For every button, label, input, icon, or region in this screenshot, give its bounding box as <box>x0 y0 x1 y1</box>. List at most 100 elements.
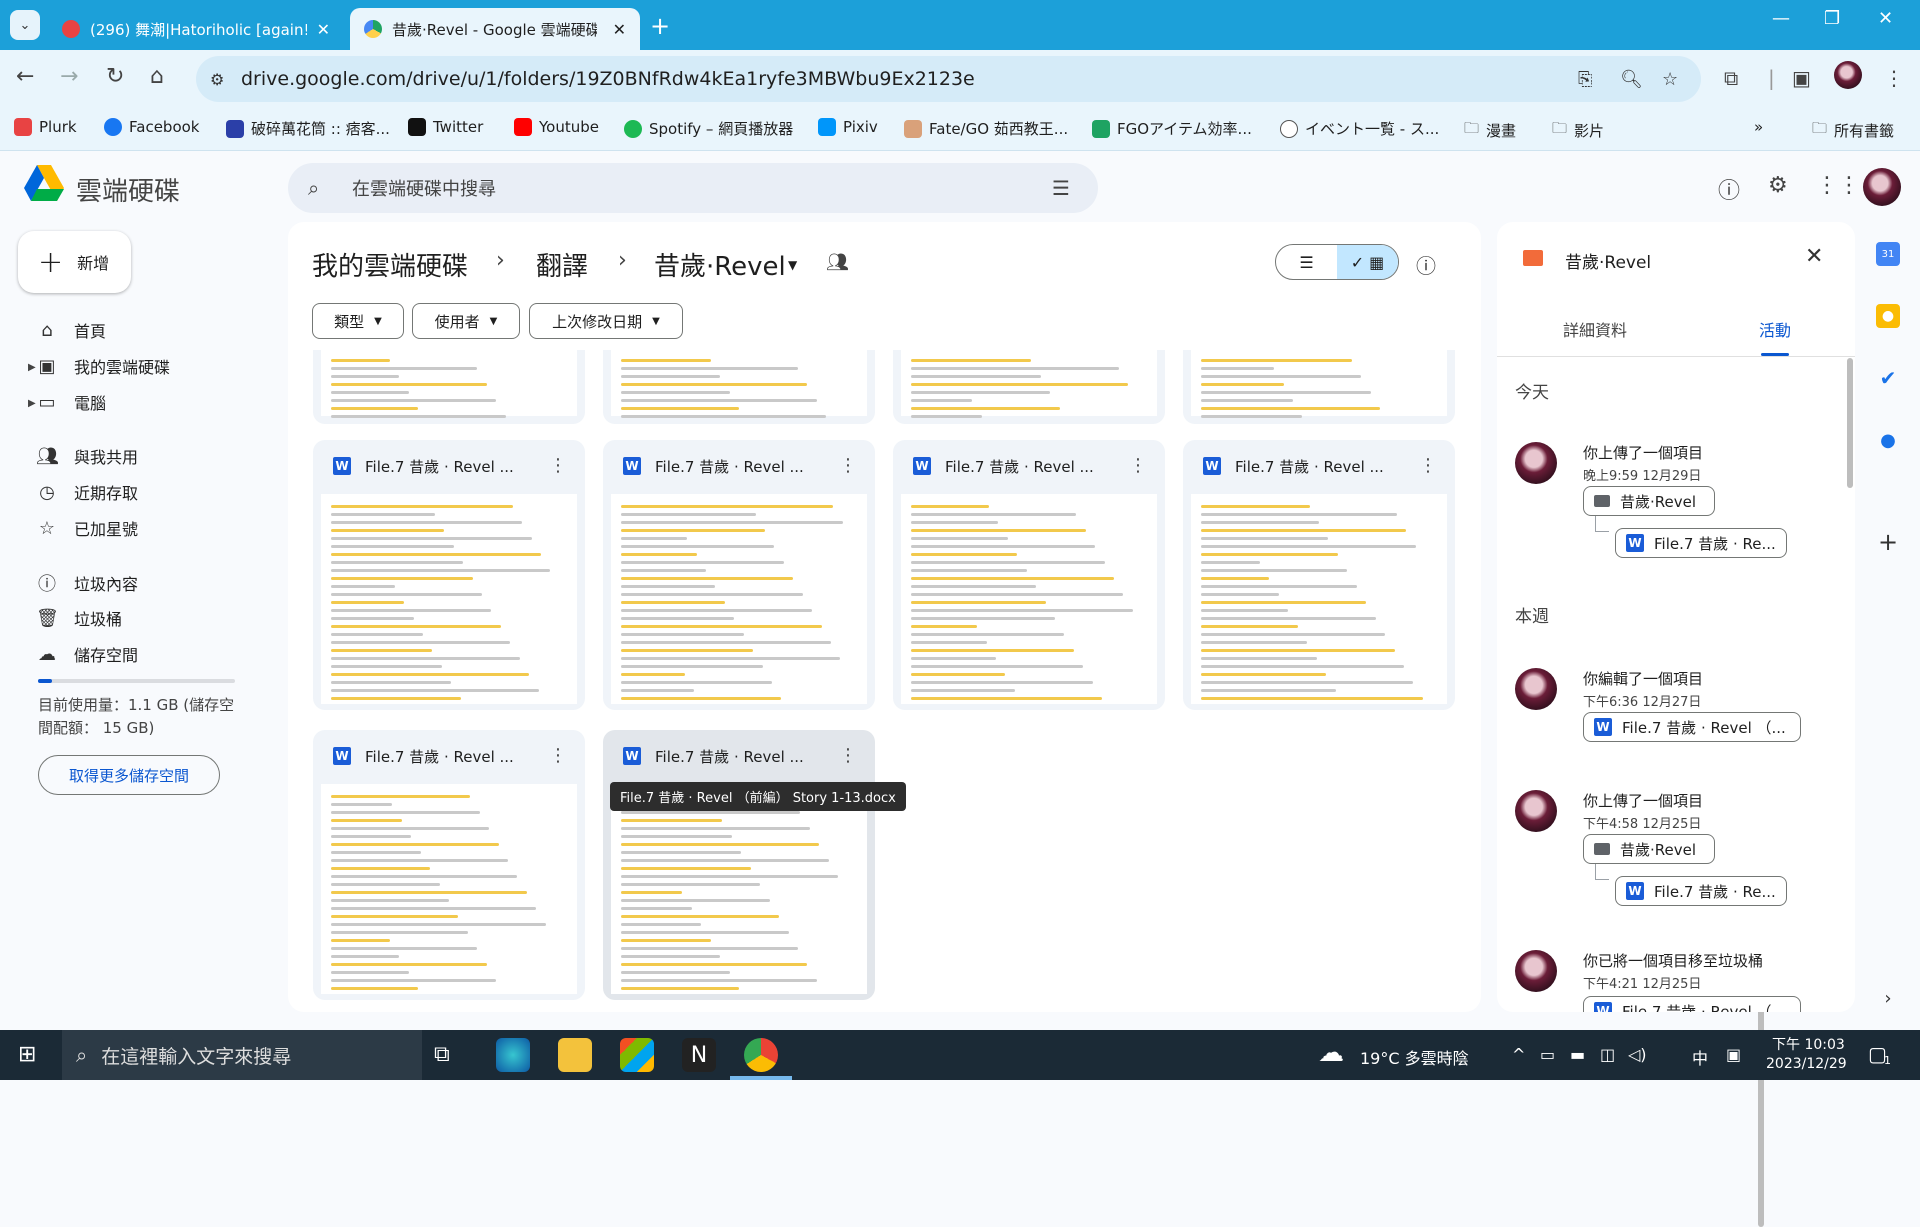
file-explorer-icon[interactable] <box>558 1038 592 1072</box>
taskbar-search[interactable]: ⌕ 在這裡輸入文字來搜尋 <box>62 1030 422 1080</box>
weather-text[interactable]: 19°C 多雲時陰 <box>1360 1045 1469 1069</box>
bookmark-events[interactable]: イベント一覧 - ス... <box>1280 118 1439 139</box>
zoom-icon[interactable]: 🔍︎ <box>1620 69 1643 90</box>
view-toggle[interactable]: ☰ ✓ ▦ <box>1275 244 1399 280</box>
file-card-partial[interactable] <box>313 350 585 424</box>
search-input[interactable]: 在雲端硬碟中搜尋 <box>352 175 496 201</box>
all-bookmarks[interactable]: 🗀 所有書籤 <box>1812 118 1894 143</box>
more-actions-icon[interactable]: ⋮ <box>1129 455 1147 476</box>
calendar-icon[interactable]: 31 <box>1876 242 1900 266</box>
activity-item-folder[interactable]: 昔歲·Revel <box>1583 486 1715 516</box>
forward-icon[interactable]: → <box>60 64 78 89</box>
file-card[interactable]: W File.7 昔歲 · Revel ... ⋮ <box>313 440 585 710</box>
install-app-icon[interactable]: ⎘ <box>1578 69 1592 90</box>
nav-spam[interactable]: ⓘ 垃圾內容 <box>36 570 138 596</box>
apps-grid-icon[interactable]: ⋮⋮ <box>1816 173 1860 198</box>
tab-details[interactable]: 詳細資料 <box>1563 317 1627 341</box>
folder-menu-caret-icon[interactable]: ▼ <box>788 258 797 272</box>
more-actions-icon[interactable]: ⋮ <box>549 455 567 476</box>
bookmark-pixiv[interactable]: Pixiv <box>818 118 878 136</box>
extensions-icon[interactable]: ⧉ <box>1724 66 1738 90</box>
nav-storage[interactable]: ☁ 儲存空間 <box>36 642 138 666</box>
expand-caret-icon[interactable]: ▶ <box>28 398 36 409</box>
nav-computers[interactable]: ▭ 電腦 <box>36 390 106 414</box>
side-panel-icon[interactable]: ▣ <box>1792 66 1811 90</box>
taskbar-search-input[interactable]: 在這裡輸入文字來搜尋 <box>101 1042 291 1069</box>
show-hidden-icons[interactable]: ^ <box>1512 1045 1525 1064</box>
bookmark-spotify[interactable]: Spotify – 網頁播放器 <box>624 118 793 139</box>
add-addon-icon[interactable]: + <box>1876 528 1900 556</box>
bookmark-facebook[interactable]: Facebook <box>104 118 199 136</box>
close-tab-icon[interactable]: ✕ <box>317 20 330 39</box>
nav-starred[interactable]: ☆ 已加星號 <box>36 516 138 540</box>
file-card[interactable]: W File.7 昔歲 · Revel ... ⋮ <box>313 730 585 1000</box>
list-view-icon[interactable]: ☰ <box>1276 245 1337 279</box>
drive-brand[interactable]: 雲端硬碟 <box>76 171 180 208</box>
activity-item-file[interactable]: W File.7 昔歲 · Revel （... <box>1583 712 1801 742</box>
file-card-partial[interactable] <box>1183 350 1455 424</box>
collapse-panel-icon[interactable]: › <box>1876 986 1900 1010</box>
contacts-icon[interactable]: ● <box>1876 428 1900 452</box>
bookmark-twitter[interactable]: Twitter <box>408 118 483 136</box>
file-card[interactable]: W File.7 昔歲 · Revel ... ⋮ <box>603 440 875 710</box>
file-card[interactable]: W File.7 昔歲 · Revel ... ⋮ <box>893 440 1165 710</box>
tab-activity[interactable]: 活動 <box>1759 317 1791 341</box>
expand-caret-icon[interactable]: ▶ <box>28 362 36 373</box>
bookmark-fgo-items[interactable]: FGOアイテム効率... <box>1092 118 1252 139</box>
get-more-storage-button[interactable]: 取得更多儲存空間 <box>38 755 220 795</box>
bookmark-blog[interactable]: 破碎萬花筒 :: 痞客... <box>226 118 390 139</box>
filter-modified[interactable]: 上次修改日期 ▼ <box>529 303 683 339</box>
home-icon[interactable]: ⌂ <box>150 64 164 89</box>
breadcrumb-my-drive[interactable]: 我的雲端硬碟 <box>312 246 468 283</box>
info-icon[interactable]: ⓘ <box>1416 250 1436 279</box>
bookmark-youtube[interactable]: Youtube <box>514 118 599 136</box>
weather-cloud-icon[interactable]: ☁ <box>1318 1038 1344 1068</box>
new-button[interactable]: + 新增 <box>18 231 131 293</box>
keep-icon[interactable]: ● <box>1876 304 1900 328</box>
nav-my-drive[interactable]: ▣ 我的雲端硬碟 <box>36 354 170 378</box>
close-tab-icon[interactable]: ✕ <box>613 20 626 39</box>
bookmark-folder-videos[interactable]: 🗀 影片 <box>1552 118 1604 143</box>
new-tab-icon[interactable]: + <box>650 12 670 40</box>
battery-icon[interactable]: ▬ <box>1570 1045 1585 1064</box>
file-card-hovered[interactable]: W File.7 昔歲 · Revel ... ⋮ <box>603 730 875 1000</box>
details-scrollbar[interactable] <box>1847 358 1853 488</box>
chrome-icon[interactable] <box>744 1038 778 1072</box>
file-card-partial[interactable] <box>893 350 1165 424</box>
address-bar[interactable]: ⚙ drive.google.com/drive/u/1/folders/19Z… <box>196 56 1701 102</box>
windows-start-icon[interactable]: ⊞ <box>18 1042 36 1067</box>
breadcrumb-current-folder[interactable]: 昔歲·Revel <box>654 246 786 283</box>
profile-avatar[interactable] <box>1834 61 1862 89</box>
settings-gear-icon[interactable]: ⚙ <box>1768 173 1788 198</box>
search-icon[interactable]: ⌕ <box>308 176 319 200</box>
breadcrumb-translation[interactable]: 翻譯 <box>536 246 588 283</box>
close-icon[interactable]: ✕ <box>1805 244 1823 269</box>
help-icon[interactable]: ⓘ <box>1718 173 1740 205</box>
task-view-icon[interactable]: ⧉ <box>434 1042 468 1076</box>
activity-item-folder[interactable]: 昔歲·Revel <box>1583 834 1715 864</box>
clock-time[interactable]: 下午 10:03 <box>1772 1034 1845 1054</box>
volume-icon[interactable]: ◁) <box>1628 1045 1647 1064</box>
bookmark-plurk[interactable]: Plurk <box>14 118 77 136</box>
more-actions-icon[interactable]: ⋮ <box>1419 455 1437 476</box>
grid-view-icon[interactable]: ✓ ▦ <box>1337 245 1398 279</box>
display-icon[interactable]: ◫ <box>1600 1045 1615 1064</box>
nav-shared[interactable]: 👥︎ 與我共用 <box>36 444 138 468</box>
account-avatar[interactable] <box>1863 168 1901 206</box>
filter-people[interactable]: 使用者 ▼ <box>412 303 520 339</box>
maximize-icon[interactable]: ❐ <box>1824 8 1840 29</box>
bookmark-star-icon[interactable]: ☆ <box>1662 69 1678 90</box>
bookmarks-overflow[interactable]: » <box>1754 118 1763 136</box>
browser-tab-1[interactable]: (296) 舞潮|Hatoriholic [again! ✕ <box>48 8 344 50</box>
filter-type[interactable]: 類型 ▼ <box>312 303 404 339</box>
clock-date[interactable]: 2023/12/29 <box>1766 1056 1847 1072</box>
bookmark-folder-comics[interactable]: 🗀 漫畫 <box>1464 118 1516 143</box>
shared-folder-icon[interactable]: 👥︎ <box>826 252 849 273</box>
nav-recent[interactable]: ◷ 近期存取 <box>36 480 138 504</box>
nav-home[interactable]: ⌂ 首頁 <box>36 318 106 342</box>
edge-icon[interactable] <box>496 1038 530 1072</box>
more-actions-icon[interactable]: ⋮ <box>839 745 857 766</box>
ime-indicator[interactable]: 中 <box>1692 1045 1708 1069</box>
file-card-partial[interactable] <box>603 350 875 424</box>
activity-item-file[interactable]: W File.7 昔歲 · Revel （ <box>1583 996 1801 1012</box>
